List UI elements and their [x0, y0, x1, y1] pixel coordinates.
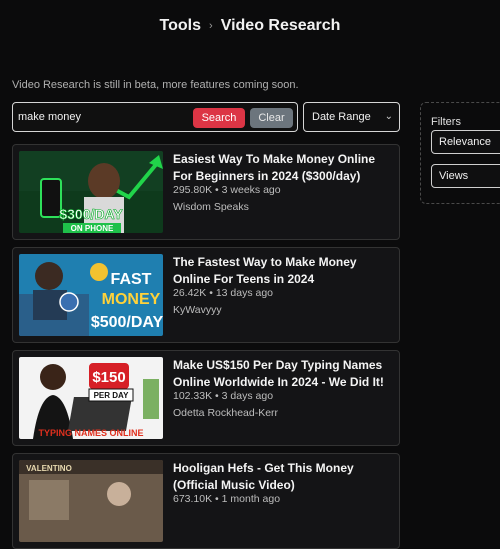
meta-separator: • [209, 287, 213, 299]
clear-button[interactable]: Clear [250, 108, 293, 128]
thumb-text: PER DAY [94, 391, 129, 400]
video-card[interactable]: $150 PER DAY TYPING NAMES ONLINE Make US… [12, 350, 400, 446]
view-count: 26.42K [173, 287, 207, 299]
thumb-text: $500/DAY [91, 314, 163, 331]
chevron-down-icon: ⌄ [384, 111, 393, 122]
view-count: 295.80K [173, 184, 213, 196]
filters-panel: Filters Relevance Views [420, 102, 500, 204]
breadcrumb-tools[interactable]: Tools [160, 17, 201, 35]
thumb-text: FAST [111, 271, 152, 288]
search-bar: Search Clear [12, 102, 298, 132]
meta-separator: • [215, 184, 219, 196]
view-count: 673.10K [173, 493, 213, 505]
video-title[interactable]: Make US$150 Per Day Typing Names Online … [173, 357, 391, 391]
page-title: Video Research [220, 17, 341, 34]
video-card[interactable]: VALENTINO Hooligan Hefs - Get This Money… [12, 453, 400, 549]
video-age: 3 weeks ago [221, 184, 281, 196]
video-thumbnail[interactable]: $300/DAY ON PHONE [19, 151, 163, 233]
video-age: 3 days ago [221, 390, 274, 402]
view-count: 102.33K [173, 390, 213, 402]
breadcrumb-separator-icon: › [209, 20, 213, 32]
video-card[interactable]: FAST MONEY $500/DAY The Fastest Way to M… [12, 247, 400, 343]
thumb-text: $150 [92, 369, 125, 386]
video-card[interactable]: $300/DAY ON PHONE Easiest Way To Make Mo… [12, 144, 400, 240]
channel-name[interactable]: Wisdom Speaks [173, 201, 249, 213]
video-meta: 673.10K • 1 month ago [173, 493, 280, 505]
thumb-text: $300/DAY [59, 206, 123, 222]
date-range-select[interactable]: Date Range ⌄ [303, 102, 400, 132]
video-meta: 295.80K • 3 weeks ago [173, 184, 281, 196]
date-range-label: Date Range [312, 111, 371, 123]
beta-notice: Video Research is still in beta, more fe… [12, 79, 299, 91]
thumb-subtext: ON PHONE [71, 224, 114, 233]
meta-separator: • [215, 390, 219, 402]
video-title[interactable]: The Fastest Way to Make Money Online For… [173, 254, 391, 288]
channel-name[interactable]: Odetta Rockhead-Kerr [173, 407, 278, 419]
video-meta: 102.33K • 3 days ago [173, 390, 273, 402]
meta-separator: • [215, 493, 219, 505]
video-age: 1 month ago [221, 493, 281, 505]
page-header: Tools › Video Research [0, 14, 500, 38]
video-title[interactable]: Hooligan Hefs - Get This Money (Official… [173, 460, 391, 494]
metric-select[interactable]: Views [431, 164, 500, 188]
sort-select[interactable]: Relevance [431, 130, 500, 154]
filters-label: Filters [431, 116, 461, 128]
video-meta: 26.42K • 13 days ago [173, 287, 273, 299]
video-thumbnail[interactable]: FAST MONEY $500/DAY [19, 254, 163, 336]
search-input[interactable] [18, 106, 188, 128]
thumb-text: TYPING NAMES ONLINE [38, 428, 143, 438]
video-title[interactable]: Easiest Way To Make Money Online For Beg… [173, 151, 391, 185]
thumb-text: MONEY [102, 291, 161, 308]
thumb-text: VALENTINO [26, 464, 72, 473]
video-thumbnail[interactable]: $150 PER DAY TYPING NAMES ONLINE [19, 357, 163, 439]
video-thumbnail[interactable]: VALENTINO [19, 460, 163, 542]
video-age: 13 days ago [215, 287, 274, 299]
search-button[interactable]: Search [193, 108, 245, 128]
channel-name[interactable]: KyWavyyy [173, 304, 222, 316]
